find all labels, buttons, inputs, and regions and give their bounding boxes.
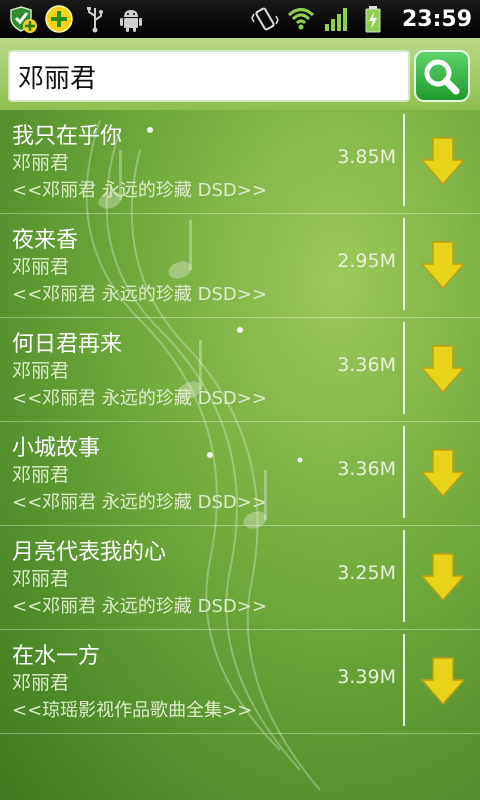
- download-arrow-icon[interactable]: [420, 656, 466, 706]
- search-input[interactable]: [8, 50, 410, 102]
- battery-charging-icon: [358, 4, 388, 34]
- row-divider: [403, 114, 405, 206]
- song-artist: 邓丽君: [12, 360, 70, 382]
- android-icon: [116, 4, 146, 34]
- song-artist: 邓丽君: [12, 672, 70, 694]
- song-album: <<琼瑶影视作品歌曲全集>>: [12, 700, 253, 721]
- song-album: <<邓丽君 永远的珍藏 DSD>>: [12, 180, 267, 201]
- song-row[interactable]: 在水一方 邓丽君 <<琼瑶影视作品歌曲全集>> 3.39M: [0, 630, 480, 734]
- song-size: 3.85M: [337, 146, 396, 168]
- song-title: 夜来香: [12, 228, 79, 253]
- song-artist: 邓丽君: [12, 568, 70, 590]
- song-artist: 邓丽君: [12, 152, 70, 174]
- song-title: 月亮代表我的心: [12, 540, 167, 565]
- download-arrow-icon[interactable]: [420, 240, 466, 290]
- search-icon: [424, 59, 460, 95]
- song-list: 我只在乎你 邓丽君 <<邓丽君 永远的珍藏 DSD>> 3.85M 夜来香 邓丽…: [0, 110, 480, 734]
- song-row[interactable]: 月亮代表我的心 邓丽君 <<邓丽君 永远的珍藏 DSD>> 3.25M: [0, 526, 480, 630]
- row-divider: [403, 322, 405, 414]
- shield-plus-icon: [8, 4, 38, 34]
- row-divider: [403, 426, 405, 518]
- song-title: 何日君再来: [12, 332, 123, 357]
- status-bar-notifications: [8, 4, 152, 34]
- row-divider: [403, 218, 405, 310]
- song-row[interactable]: 我只在乎你 邓丽君 <<邓丽君 永远的珍藏 DSD>> 3.85M: [0, 110, 480, 214]
- song-title: 在水一方: [12, 644, 101, 669]
- download-arrow-icon[interactable]: [420, 552, 466, 602]
- download-arrow-icon[interactable]: [420, 448, 466, 498]
- song-album: <<邓丽君 永远的珍藏 DSD>>: [12, 388, 267, 409]
- song-album: <<邓丽君 永远的珍藏 DSD>>: [12, 284, 267, 305]
- song-row[interactable]: 夜来香 邓丽君 <<邓丽君 永远的珍藏 DSD>> 2.95M: [0, 214, 480, 318]
- song-size: 3.39M: [337, 666, 396, 688]
- song-size: 3.36M: [337, 354, 396, 376]
- search-bar: [0, 38, 480, 110]
- download-arrow-icon[interactable]: [420, 344, 466, 394]
- download-arrow-icon[interactable]: [420, 136, 466, 186]
- song-title: 小城故事: [12, 436, 101, 461]
- status-bar: 23:59: [0, 0, 480, 38]
- row-divider: [403, 530, 405, 622]
- status-bar-system: 23:59: [250, 4, 472, 34]
- vibrate-icon: [250, 4, 280, 34]
- add-circle-icon: [44, 4, 74, 34]
- song-artist: 邓丽君: [12, 464, 70, 486]
- song-title: 我只在乎你: [12, 124, 123, 149]
- wifi-icon: [286, 4, 316, 34]
- song-album: <<邓丽君 永远的珍藏 DSD>>: [12, 596, 267, 617]
- row-divider: [403, 634, 405, 726]
- search-button[interactable]: [414, 50, 470, 102]
- song-row[interactable]: 小城故事 邓丽君 <<邓丽君 永远的珍藏 DSD>> 3.36M: [0, 422, 480, 526]
- status-clock: 23:59: [401, 6, 472, 32]
- usb-icon: [80, 4, 110, 34]
- song-artist: 邓丽君: [12, 256, 70, 278]
- song-size: 3.36M: [337, 458, 396, 480]
- song-row[interactable]: 何日君再来 邓丽君 <<邓丽君 永远的珍藏 DSD>> 3.36M: [0, 318, 480, 422]
- signal-icon: [322, 4, 352, 34]
- song-size: 2.95M: [337, 250, 396, 272]
- song-size: 3.25M: [337, 562, 396, 584]
- song-album: <<邓丽君 永远的珍藏 DSD>>: [12, 492, 267, 513]
